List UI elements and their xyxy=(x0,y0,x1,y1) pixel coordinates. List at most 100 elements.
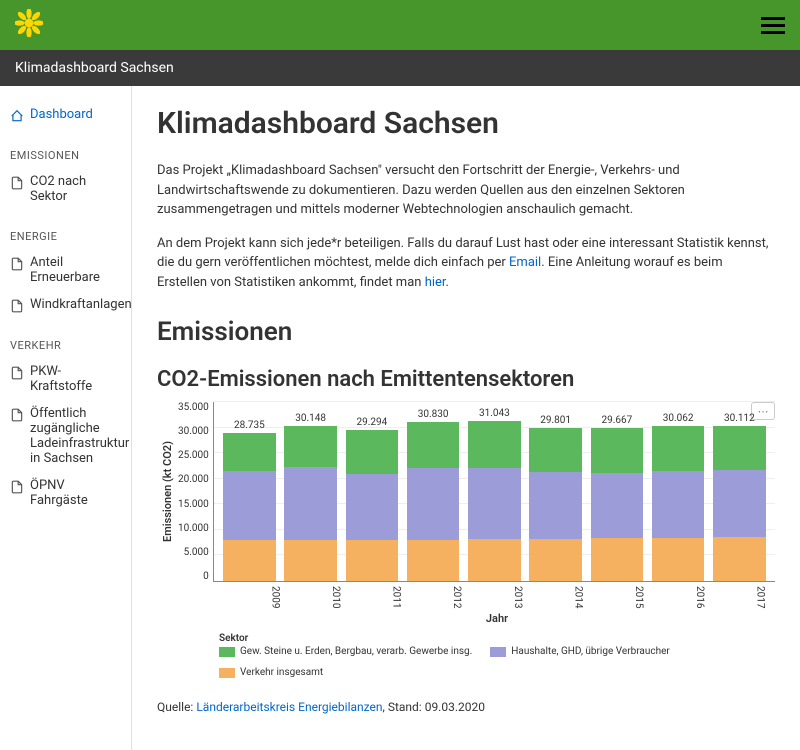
bar-segment xyxy=(591,538,643,581)
bar-total-label: 29.294 xyxy=(356,417,387,428)
bar-segment xyxy=(591,473,643,539)
bar-segment xyxy=(346,474,398,540)
bar-group: 28.735 xyxy=(223,420,275,581)
y-tick: 30.000 xyxy=(178,426,209,437)
document-icon xyxy=(10,176,24,190)
sidebar-item-oepnv[interactable]: ÖPNV Fahrgäste xyxy=(10,472,121,514)
chart-source: Quelle: Länderarbeitskreis Energiebilanz… xyxy=(157,698,775,716)
sidebar-item-label: PKW-Kraftstoffe xyxy=(30,364,121,394)
bar-segment xyxy=(468,421,520,468)
x-tick: 2015 xyxy=(592,582,644,608)
document-icon xyxy=(10,299,24,313)
sidebar-section-title: EMISSIONEN xyxy=(10,149,121,162)
sidebar-item-label: Öffentlich zugängliche Ladeinfrastruktur… xyxy=(30,406,129,466)
bar-segment xyxy=(529,472,581,539)
chart-legend: Sektor Gew. Steine u. Erden, Bergbau, ve… xyxy=(219,633,775,678)
legend-swatch xyxy=(219,668,235,678)
legend-label: Haushalte, GHD, übrige Verbraucher xyxy=(511,646,670,657)
bar-segment xyxy=(591,428,643,472)
bar-total-label: 30.148 xyxy=(295,413,326,424)
top-bar xyxy=(0,0,800,50)
sidebar-item-windkraft[interactable]: Windkraftanlagen xyxy=(10,291,121,319)
bar-group: 29.667 xyxy=(591,415,643,581)
logo xyxy=(15,9,43,41)
bar-segment xyxy=(223,433,275,471)
x-tick: 2016 xyxy=(653,582,705,608)
legend-item: Gew. Steine u. Erden, Bergbau, verarb. G… xyxy=(219,646,472,657)
main-content: Klimadashboard Sachsen Das Projekt „Klim… xyxy=(132,86,800,750)
y-tick: 5.000 xyxy=(184,547,209,558)
legend-item: Haushalte, GHD, übrige Verbraucher xyxy=(490,646,670,657)
legend-swatch xyxy=(490,647,506,657)
bar-segment xyxy=(284,426,336,467)
sidebar-item-pkw[interactable]: PKW-Kraftstoffe xyxy=(10,358,121,400)
legend-label: Verkehr insgesamt xyxy=(240,667,323,678)
bar-segment xyxy=(652,471,704,538)
sidebar-item-label: ÖPNV Fahrgäste xyxy=(30,478,121,508)
bar-segment xyxy=(223,540,275,581)
x-axis-label: Jahr xyxy=(219,612,775,625)
sidebar-item-label: Anteil Erneuerbare xyxy=(30,255,121,285)
bar-segment xyxy=(407,540,459,581)
bar-segment xyxy=(223,471,275,539)
bar-segment xyxy=(713,470,765,537)
bar-segment xyxy=(713,426,765,470)
home-icon xyxy=(10,109,24,123)
bar-segment xyxy=(529,428,581,472)
bar-total-label: 30.830 xyxy=(418,409,449,420)
participation-paragraph: An dem Projekt kann sich jede*r beteilig… xyxy=(157,234,775,293)
bar-group: 29.294 xyxy=(346,417,398,581)
bar-total-label: 28.735 xyxy=(234,420,265,431)
x-tick: 2014 xyxy=(532,582,584,608)
legend-swatch xyxy=(219,647,235,657)
sidebar-item-erneuerbare[interactable]: Anteil Erneuerbare xyxy=(10,249,121,291)
hier-link[interactable]: hier xyxy=(425,275,446,290)
chart-plot-area: 28.735 30.148 29.294 30.830 31.043 29.80129.6… xyxy=(213,402,775,582)
bar-segment xyxy=(652,538,704,581)
bar-segment xyxy=(713,537,765,581)
bar-segment xyxy=(468,468,520,539)
bar-segment xyxy=(346,540,398,581)
bar-group: 30.148 xyxy=(284,413,336,581)
bar-segment xyxy=(284,467,336,540)
chart: ⋯ Emissionen (kt CO2) 35.00030.00025.000… xyxy=(157,402,775,678)
legend-label: Gew. Steine u. Erden, Bergbau, verarb. G… xyxy=(240,646,472,657)
bar-total-label: 30.062 xyxy=(663,413,694,424)
sidebar-item-dashboard[interactable]: Dashboard xyxy=(10,101,121,129)
bar-group: 29.801 xyxy=(529,415,581,581)
y-tick: 10.000 xyxy=(178,523,209,534)
y-tick: 0 xyxy=(203,571,209,582)
email-link[interactable]: Email xyxy=(509,255,541,270)
legend-title: Sektor xyxy=(219,633,775,644)
bar-segment xyxy=(346,430,398,474)
bar-segment xyxy=(284,540,336,581)
y-tick: 25.000 xyxy=(178,450,209,461)
intro-paragraph: Das Projekt „Klimadashboard Sachsen" ver… xyxy=(157,161,775,220)
sidebar-item-label: Dashboard xyxy=(30,107,93,122)
bar-group: 30.112 xyxy=(713,413,765,581)
sidebar-section-title: VERKEHR xyxy=(10,339,121,352)
section-title-emissionen: Emissionen xyxy=(157,317,775,347)
bar-segment xyxy=(529,539,581,581)
source-link[interactable]: Länderarbeitskreis Energiebilanzen xyxy=(196,700,382,714)
y-axis-ticks: 35.000 30.000 25.000 20.000 15.000 10.000 5.00… xyxy=(178,402,213,582)
breadcrumb: Klimadashboard Sachsen xyxy=(0,50,800,86)
document-icon xyxy=(10,480,24,494)
x-axis-ticks: 200920102011201220132014201520162017 xyxy=(219,582,775,608)
breadcrumb-title: Klimadashboard Sachsen xyxy=(15,60,174,76)
bar-segment xyxy=(468,539,520,581)
x-tick: 2013 xyxy=(471,582,523,608)
x-tick: 2017 xyxy=(714,582,766,608)
y-tick: 35.000 xyxy=(178,402,209,413)
sidebar-item-label: CO2 nach Sektor xyxy=(30,174,121,204)
menu-icon[interactable] xyxy=(761,13,785,38)
bar-group: 31.043 xyxy=(468,408,520,581)
x-tick: 2011 xyxy=(350,582,402,608)
y-tick: 15.000 xyxy=(178,499,209,510)
y-tick: 20.000 xyxy=(178,474,209,485)
sidebar-item-co2-sektor[interactable]: CO2 nach Sektor xyxy=(10,168,121,210)
page-title: Klimadashboard Sachsen xyxy=(157,106,775,141)
sidebar-item-ladeinfra[interactable]: Öffentlich zugängliche Ladeinfrastruktur… xyxy=(10,400,121,472)
bar-total-label: 31.043 xyxy=(479,408,510,419)
chart-title: CO2-Emissionen nach Emittentensektoren xyxy=(157,367,775,392)
